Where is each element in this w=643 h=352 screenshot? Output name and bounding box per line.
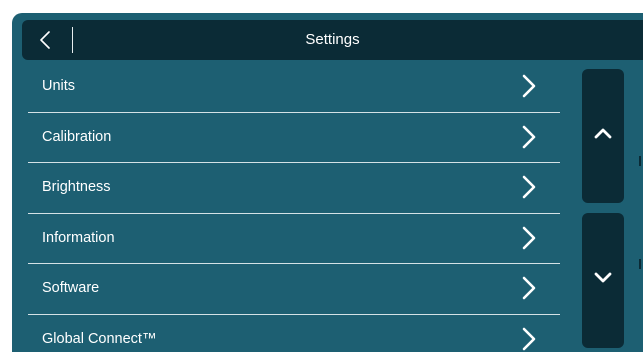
edge-tick [639,259,641,269]
chevron-right-icon [522,175,536,199]
menu-item-information[interactable]: Information [28,212,560,264]
menu-item-label: Brightness [42,179,111,196]
menu-item-label: Calibration [42,128,112,145]
chevron-down-icon [594,272,612,283]
settings-screen: Settings Units Calibration Brightness In… [0,0,643,352]
menu-item-global-connect[interactable]: Global Connect™ [28,313,560,352]
chevron-left-icon [40,31,50,49]
settings-menu: Units Calibration Brightness Information [28,62,560,352]
menu-item-label: Global Connect™ [42,330,157,347]
edge-tick [639,156,641,166]
menu-item-label: Units [42,78,76,94]
chevron-right-icon [522,226,536,250]
scroll-down-button[interactable] [582,213,624,348]
chevron-right-icon [522,327,536,351]
chevron-up-icon [594,128,612,139]
menu-item-label: Information [42,229,115,246]
menu-item-software[interactable]: Software [28,263,560,314]
menu-item-units[interactable]: Units [28,62,560,112]
header-divider [72,27,73,53]
menu-item-calibration[interactable]: Calibration [28,111,560,163]
chevron-right-icon [522,74,536,98]
scroll-up-button[interactable] [582,69,624,203]
header-bar: Settings [22,20,643,60]
menu-item-label: Software [42,280,100,297]
settings-panel: Settings Units Calibration Brightness In… [12,13,643,352]
chevron-right-icon [522,125,536,148]
menu-item-brightness[interactable]: Brightness [28,162,560,213]
page-title: Settings [305,31,360,48]
back-button[interactable] [22,20,72,60]
chevron-right-icon [522,277,536,300]
